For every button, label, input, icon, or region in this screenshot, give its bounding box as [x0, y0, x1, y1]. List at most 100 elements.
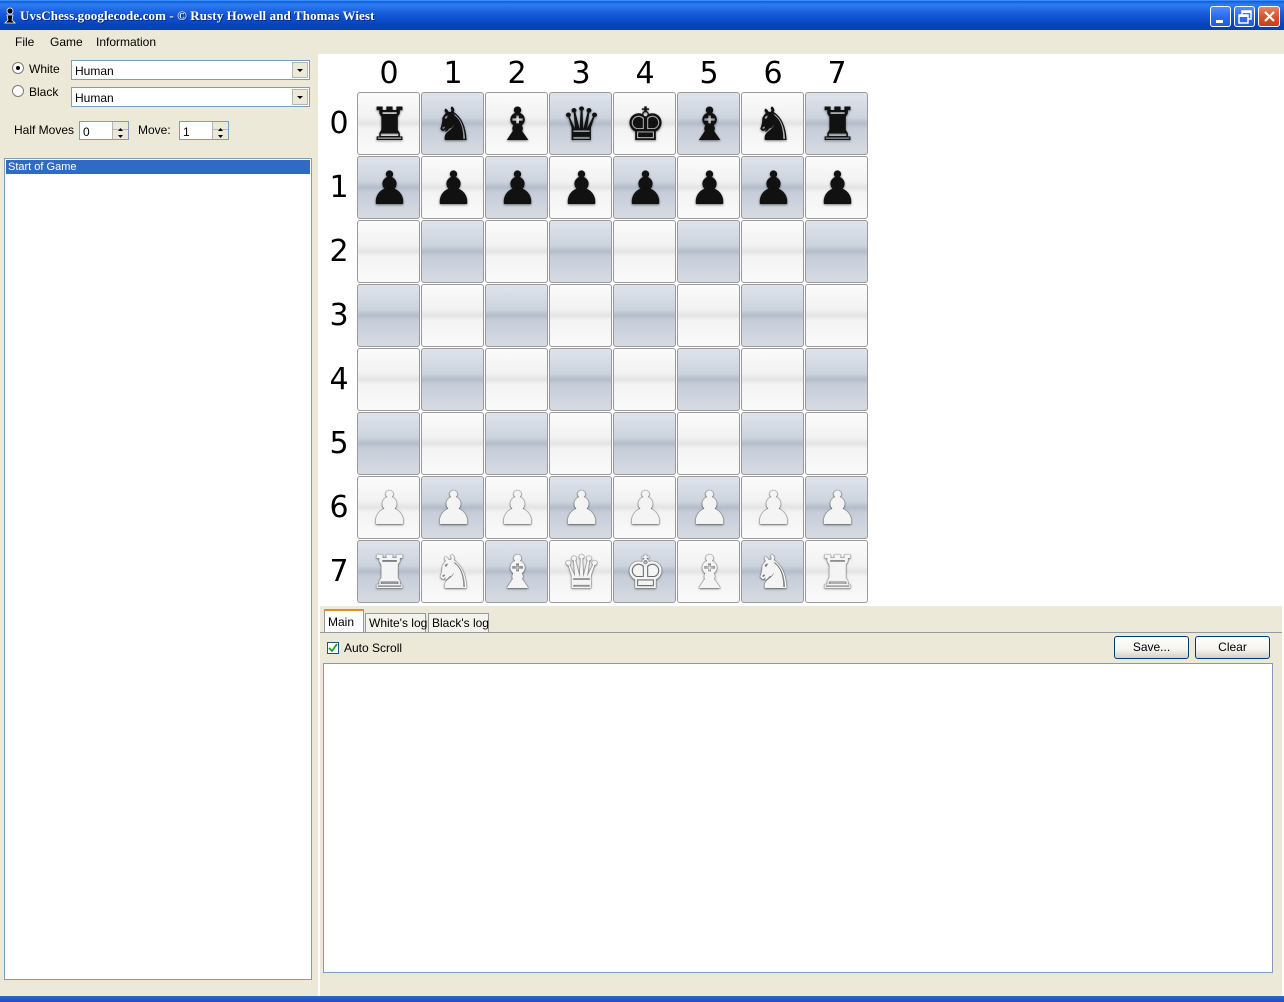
board-square[interactable]: [741, 348, 804, 411]
tab-whites-log[interactable]: White's log: [365, 613, 427, 632]
move-stepper[interactable]: 1: [179, 121, 229, 140]
white-pawn-icon[interactable]: ♟: [358, 477, 419, 538]
save-button[interactable]: Save...: [1114, 636, 1189, 659]
board-square[interactable]: ♝: [485, 92, 548, 155]
board-square[interactable]: [421, 284, 484, 347]
board-square[interactable]: [485, 220, 548, 283]
white-pawn-icon[interactable]: ♟: [550, 477, 611, 538]
minimize-button[interactable]: [1210, 6, 1231, 27]
black-rook-icon[interactable]: ♜: [358, 93, 419, 154]
board-square[interactable]: [357, 412, 420, 475]
white-pawn-icon[interactable]: ♟: [422, 477, 483, 538]
black-pawn-icon[interactable]: ♟: [358, 157, 419, 218]
board-square[interactable]: [613, 284, 676, 347]
board-square[interactable]: [549, 220, 612, 283]
spin-up-button[interactable]: [113, 122, 128, 131]
black-pawn-icon[interactable]: ♟: [742, 157, 803, 218]
board-square[interactable]: ♟: [357, 476, 420, 539]
white-pawn-icon[interactable]: ♟: [614, 477, 675, 538]
black-pawn-icon[interactable]: ♟: [422, 157, 483, 218]
black-queen-icon[interactable]: ♛: [550, 93, 611, 154]
board-square[interactable]: ♝: [677, 92, 740, 155]
title-bar[interactable]: UvsChess.googlecode.com - © Rusty Howell…: [0, 0, 1284, 30]
board-square[interactable]: [741, 220, 804, 283]
black-knight-icon[interactable]: ♞: [422, 93, 483, 154]
list-item[interactable]: Start of Game: [6, 160, 310, 174]
board-square[interactable]: [421, 348, 484, 411]
tab-main[interactable]: Main: [324, 609, 364, 633]
board-square[interactable]: [677, 284, 740, 347]
board-square[interactable]: ♚: [613, 92, 676, 155]
board-square[interactable]: ♟: [677, 476, 740, 539]
black-dropdown-arrow[interactable]: [292, 89, 308, 105]
board-square[interactable]: [805, 412, 868, 475]
black-rook-icon[interactable]: ♜: [806, 93, 867, 154]
move-history-list[interactable]: Start of Game: [4, 158, 312, 980]
board-square[interactable]: ♞: [741, 540, 804, 603]
white-rook-icon[interactable]: ♜: [358, 541, 419, 602]
white-pawn-icon[interactable]: ♟: [742, 477, 803, 538]
white-pawn-icon[interactable]: ♟: [486, 477, 547, 538]
white-king-icon[interactable]: ♚: [614, 541, 675, 602]
board-square[interactable]: [677, 220, 740, 283]
board-square[interactable]: [805, 220, 868, 283]
board-square[interactable]: ♟: [805, 476, 868, 539]
black-bishop-icon[interactable]: ♝: [486, 93, 547, 154]
board-square[interactable]: [357, 284, 420, 347]
board-square[interactable]: [805, 348, 868, 411]
white-bishop-icon[interactable]: ♝: [486, 541, 547, 602]
black-pawn-icon[interactable]: ♟: [678, 157, 739, 218]
white-dropdown-arrow[interactable]: [292, 62, 308, 78]
close-button[interactable]: [1258, 6, 1280, 27]
board-square[interactable]: ♝: [485, 540, 548, 603]
white-knight-icon[interactable]: ♞: [422, 541, 483, 602]
white-rook-icon[interactable]: ♜: [806, 541, 867, 602]
board-square[interactable]: [741, 284, 804, 347]
board-square[interactable]: ♜: [357, 540, 420, 603]
board-square[interactable]: ♛: [549, 540, 612, 603]
board-square[interactable]: ♟: [741, 156, 804, 219]
restore-button[interactable]: [1234, 6, 1255, 27]
board-square[interactable]: [741, 412, 804, 475]
board-square[interactable]: [549, 412, 612, 475]
board-square[interactable]: ♚: [613, 540, 676, 603]
white-pawn-icon[interactable]: ♟: [806, 477, 867, 538]
white-pawn-icon[interactable]: ♟: [678, 477, 739, 538]
white-player-select[interactable]: Human: [71, 60, 310, 80]
clear-button[interactable]: Clear: [1195, 636, 1270, 659]
board-square[interactable]: ♝: [677, 540, 740, 603]
board-square[interactable]: [613, 412, 676, 475]
menu-game[interactable]: Game: [50, 35, 83, 49]
board-square[interactable]: [549, 348, 612, 411]
board-square[interactable]: ♟: [357, 156, 420, 219]
board-square[interactable]: ♟: [485, 476, 548, 539]
board-square[interactable]: [421, 220, 484, 283]
board-square[interactable]: [613, 348, 676, 411]
board-square[interactable]: [613, 220, 676, 283]
board-square[interactable]: ♞: [421, 540, 484, 603]
board-square[interactable]: ♛: [549, 92, 612, 155]
board-square[interactable]: ♞: [741, 92, 804, 155]
black-radio[interactable]: [12, 85, 24, 97]
board-square[interactable]: ♜: [805, 92, 868, 155]
menu-file[interactable]: File: [15, 35, 34, 49]
board-square[interactable]: [485, 348, 548, 411]
board-square[interactable]: [357, 348, 420, 411]
black-knight-icon[interactable]: ♞: [742, 93, 803, 154]
board-square[interactable]: [485, 284, 548, 347]
black-pawn-icon[interactable]: ♟: [550, 157, 611, 218]
black-pawn-icon[interactable]: ♟: [806, 157, 867, 218]
black-pawn-icon[interactable]: ♟: [486, 157, 547, 218]
board-square[interactable]: [677, 348, 740, 411]
menu-information[interactable]: Information: [96, 35, 156, 49]
board-square[interactable]: ♟: [677, 156, 740, 219]
spin-down-button[interactable]: [213, 130, 228, 138]
board-square[interactable]: ♟: [613, 476, 676, 539]
board-square[interactable]: [805, 284, 868, 347]
black-king-icon[interactable]: ♚: [614, 93, 675, 154]
board-square[interactable]: ♟: [549, 476, 612, 539]
auto-scroll-checkbox[interactable]: [327, 642, 339, 654]
tab-blacks-log[interactable]: Black's log: [428, 613, 489, 632]
board-square[interactable]: ♞: [421, 92, 484, 155]
board-square[interactable]: [677, 412, 740, 475]
